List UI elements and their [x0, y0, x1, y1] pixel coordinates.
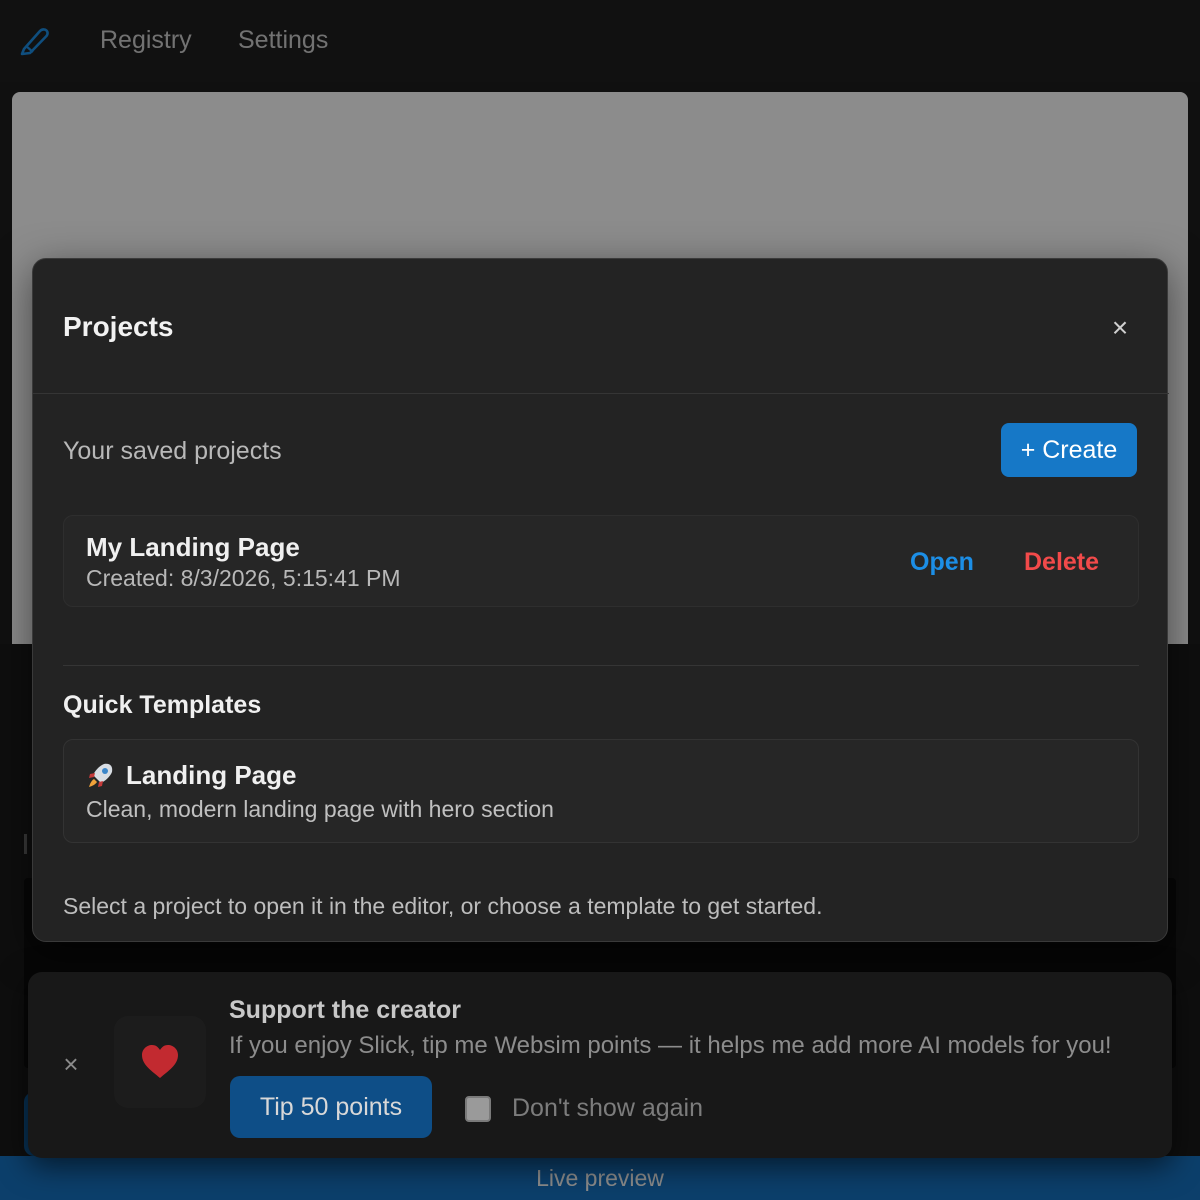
- project-name: My Landing Page: [86, 532, 300, 562]
- dont-show-label[interactable]: Don't show again: [512, 1094, 703, 1123]
- template-name: Landing Page: [126, 760, 297, 790]
- heart-icon: [142, 1045, 178, 1078]
- template-description: Clean, modern landing page with hero sec…: [86, 796, 554, 822]
- open-project-button[interactable]: Open: [910, 548, 974, 577]
- support-message: If you enjoy Slick, tip me Websim points…: [229, 1032, 1112, 1059]
- project-created-date: Created: 8/3/2026, 5:15:41 PM: [86, 565, 401, 591]
- quick-templates-title: Quick Templates: [63, 691, 262, 719]
- dont-show-again[interactable]: Don't show again: [465, 1094, 703, 1123]
- close-icon[interactable]: ×: [60, 1051, 82, 1077]
- rocket-icon: [86, 760, 116, 790]
- delete-project-button[interactable]: Delete: [1024, 548, 1099, 577]
- create-project-button[interactable]: + Create: [1001, 423, 1137, 477]
- saved-projects-label: Your saved projects: [63, 437, 282, 465]
- dont-show-checkbox[interactable]: [465, 1095, 491, 1122]
- modal-hint-text: Select a project to open it in the edito…: [63, 893, 823, 919]
- project-item: My Landing Page Created: 8/3/2026, 5:15:…: [63, 515, 1139, 607]
- modal-header-divider: [33, 393, 1169, 394]
- support-toast: × Support the creator If you enjoy Slick…: [28, 972, 1172, 1158]
- template-landing-page[interactable]: Landing Page Clean, modern landing page …: [63, 739, 1139, 843]
- heart-badge: [114, 1016, 206, 1108]
- support-title: Support the creator: [229, 996, 461, 1024]
- tip-points-button[interactable]: Tip 50 points: [230, 1076, 432, 1138]
- section-divider: [63, 665, 1139, 666]
- close-icon[interactable]: ×: [1107, 314, 1133, 342]
- modal-title: Projects: [63, 311, 174, 342]
- projects-modal: Projects × Your saved projects + Create …: [32, 258, 1169, 942]
